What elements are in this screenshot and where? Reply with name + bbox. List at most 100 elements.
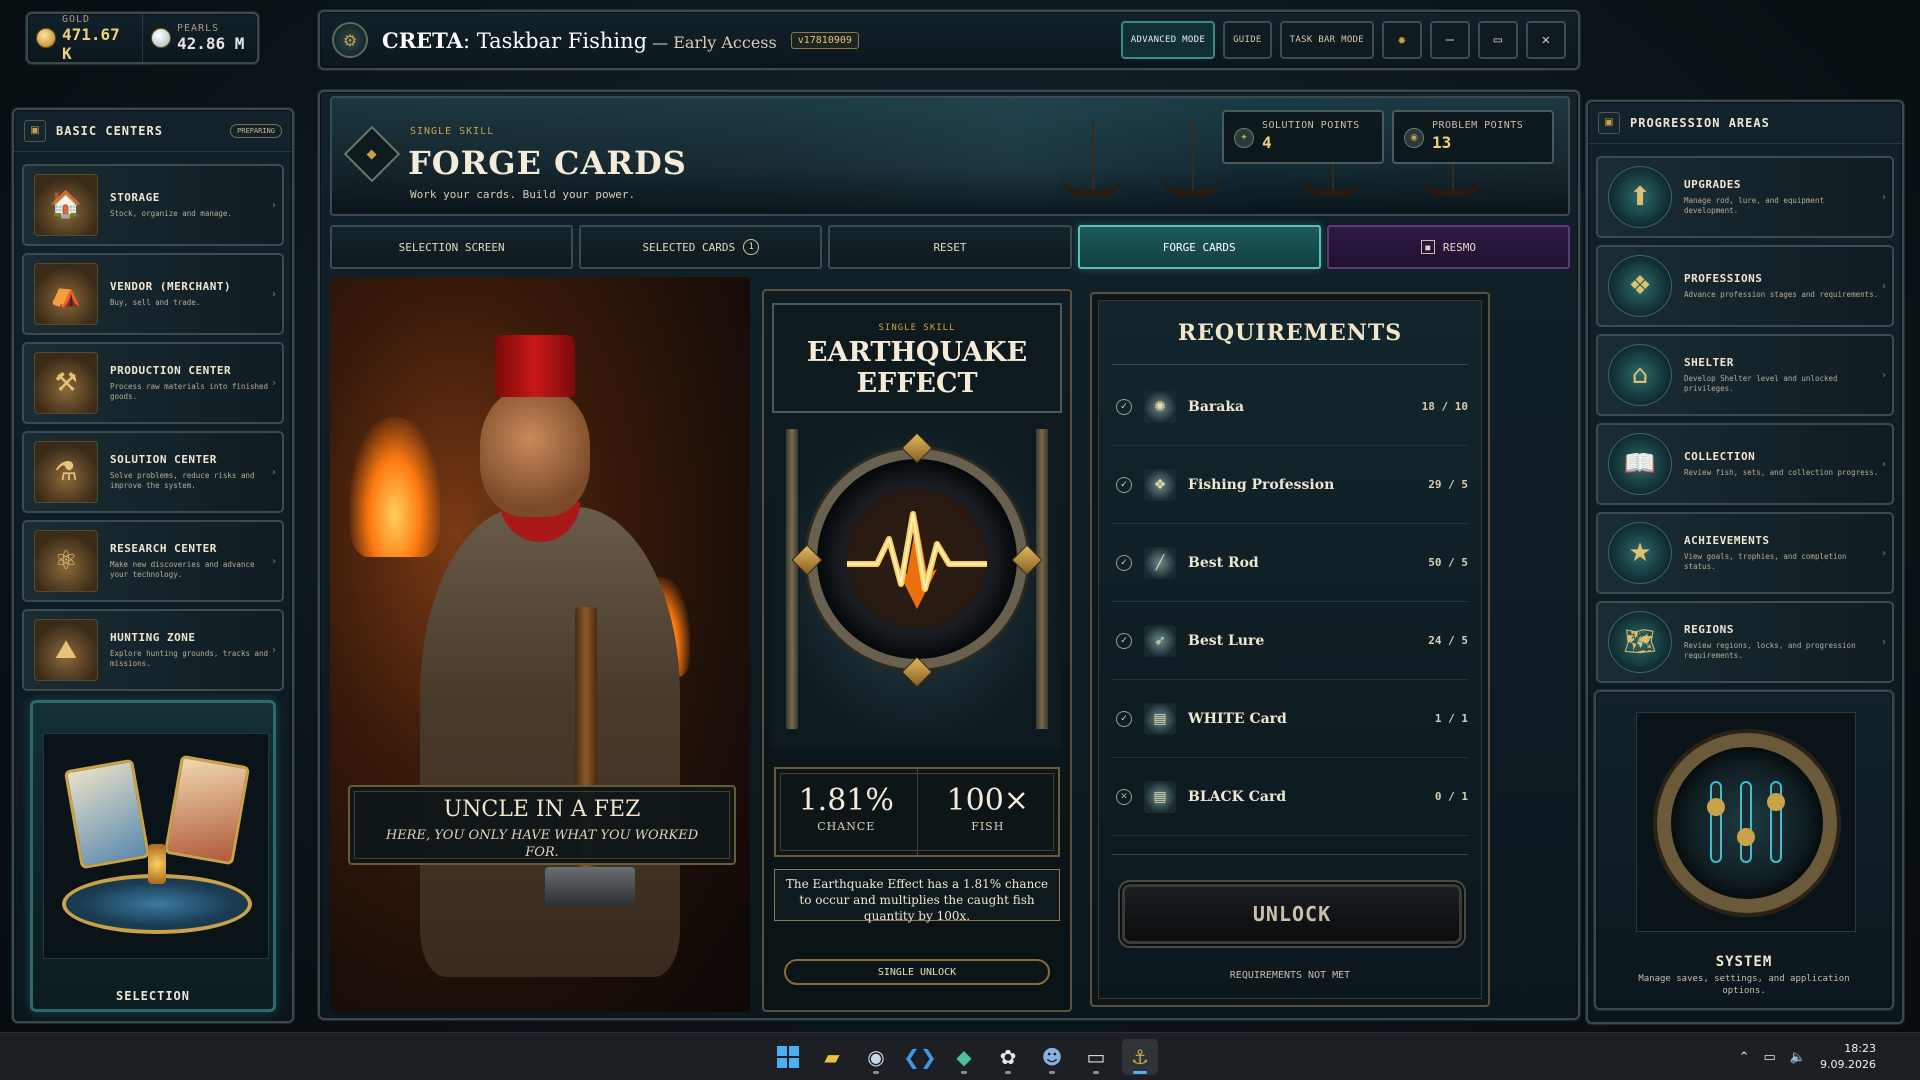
terminal-icon: ▭ — [1086, 1045, 1106, 1069]
research-center-item[interactable]: ⚛ RESEARCH CENTER Make new discoveries an… — [22, 520, 284, 602]
tab-reset[interactable]: RESET — [828, 225, 1072, 269]
profession-icon: ❖ — [1144, 468, 1176, 501]
solution-center-item[interactable]: ⚗ SOLUTION CENTER Solve problems, reduce … — [22, 431, 284, 513]
settings-dial-icon — [1657, 733, 1837, 913]
fez-icon — [495, 335, 575, 397]
selection-button[interactable]: SELECTION — [30, 700, 276, 1012]
single-unlock-button[interactable]: SINGLE UNLOCK — [784, 959, 1050, 985]
npc-nameplate: UNCLE IN A FEZ HERE, YOU ONLY HAVE WHAT … — [348, 785, 736, 865]
task-bar-mode-button[interactable]: TASK BAR MODE — [1279, 21, 1374, 59]
problem-points-icon: ◉ — [1404, 128, 1424, 148]
system-description: Manage saves, settings, and application … — [1638, 974, 1850, 996]
system-tray: ⌃ ▭ 🔈 18:23 9.09.2026 — [1739, 1033, 1920, 1080]
hammer-icon — [545, 867, 635, 907]
start-button[interactable] — [770, 1039, 806, 1075]
professions-item[interactable]: ❖ PROFESSIONS Advance profession stages a… — [1596, 245, 1894, 327]
chevron-right-icon: › — [272, 644, 276, 656]
chevron-right-icon: › — [272, 199, 276, 211]
check-icon: ✓ — [1116, 554, 1132, 571]
progression-areas-title: PROGRESSION AREAS — [1630, 115, 1770, 130]
upgrades-item[interactable]: ⬆ UPGRADES Manage rod, lure, and equipmen… — [1596, 156, 1894, 238]
collection-icon: 📖 — [1608, 433, 1672, 495]
storage-item[interactable]: 🏠 STORAGE Stock, organize and manage. › — [22, 164, 284, 246]
production-center-item[interactable]: ⚒ PRODUCTION CENTER Process raw materials… — [22, 342, 284, 424]
minimize-button[interactable]: — — [1430, 21, 1470, 59]
vendor-item[interactable]: ⛺ VENDOR (MERCHANT) Buy, sell and trade. › — [22, 253, 284, 335]
chevron-right-icon: › — [1882, 547, 1886, 559]
tab-selection-screen[interactable]: SELECTION SCREEN — [330, 225, 574, 269]
guide-button[interactable]: GUIDE — [1223, 21, 1272, 59]
skill-card: SINGLE SKILL EARTHQUAKE EFFECT 1.81% CHA… — [762, 289, 1072, 1012]
page-subtitle: Work your cards. Build your power. — [410, 188, 636, 201]
unlock-button[interactable]: UNLOCK — [1122, 884, 1462, 944]
requirements-status: REQUIREMENTS NOT MET — [1229, 970, 1351, 981]
file-explorer-button[interactable]: ▰ — [814, 1039, 850, 1075]
clock[interactable]: 18:23 9.09.2026 — [1820, 1041, 1876, 1073]
chatgpt-icon: ✿ — [999, 1045, 1017, 1069]
restore-button[interactable]: ▭ — [1478, 21, 1518, 59]
requirement-row: ✓ ➶ Best Lure 24 / 5 — [1112, 602, 1468, 680]
close-button[interactable]: ✕ — [1526, 21, 1566, 59]
collection-item[interactable]: 📖 COLLECTION Review fish, sets, and colle… — [1596, 423, 1894, 505]
tab-selected-cards[interactable]: SELECTED CARDS 1 — [579, 225, 823, 269]
check-icon: ✓ — [1116, 476, 1132, 493]
pearl-icon — [151, 28, 171, 48]
black-card-icon: ▤ — [1144, 780, 1176, 813]
chevron-up-icon[interactable]: ⌃ — [1739, 1050, 1750, 1065]
requirement-row: ✓ ❖ Fishing Profession 29 / 5 — [1112, 446, 1468, 524]
chevron-right-icon: › — [1882, 280, 1886, 292]
system-title: SYSTEM — [1715, 954, 1773, 970]
tab-resmo[interactable]: ■ RESMO — [1326, 225, 1571, 269]
volume-icon[interactable]: 🔈 — [1790, 1050, 1806, 1065]
earthquake-skill-art — [772, 419, 1062, 749]
network-icon[interactable]: ▭ — [1764, 1050, 1776, 1065]
requirement-row: ✕ ▤ BLACK Card 0 / 1 — [1112, 758, 1468, 836]
creta-app-button[interactable]: ⚓ — [1122, 1039, 1158, 1075]
app-title: CRETA: Taskbar Fishing — Early Access — [382, 27, 777, 53]
app-green-button[interactable]: ◆ — [946, 1039, 982, 1075]
earthquake-icon — [807, 449, 1027, 669]
selection-label: SELECTION — [115, 989, 191, 1003]
tab-bar: SELECTION SCREEN SELECTED CARDS 1 RESET F… — [330, 225, 1571, 269]
folder-icon: ▰ — [824, 1045, 840, 1069]
currency-bar: GOLD 471.67 K PEARLS 42.86 M — [26, 12, 259, 64]
gear-icon: ✹ — [1397, 32, 1407, 48]
skill-description: The Earthquake Effect has a 1.81% chance… — [774, 869, 1060, 923]
solution-icon: ⚗ — [34, 441, 98, 503]
hunting-icon: ⛰ — [34, 619, 98, 681]
chatgpt-button[interactable]: ✿ — [990, 1039, 1026, 1075]
tab-forge-cards[interactable]: FORGE CARDS — [1077, 225, 1321, 269]
gem-icon: ◆ — [956, 1045, 972, 1069]
main-panel: ◆ SINGLE SKILL FORGE CARDS Work your car… — [318, 90, 1580, 1020]
selected-count-badge: 1 — [743, 239, 760, 255]
advanced-mode-button[interactable]: ADVANCED MODE — [1120, 21, 1216, 59]
problem-points: ◉ PROBLEM POINTS 13 — [1392, 110, 1554, 164]
achievements-item[interactable]: ★ ACHIEVEMENTS View goals, trophies, and … — [1596, 512, 1894, 594]
check-icon: ✓ — [1116, 710, 1132, 727]
vscode-button[interactable]: ❮❯ — [902, 1039, 938, 1075]
requirement-row: ✓ ▤ WHITE Card 1 / 1 — [1112, 680, 1468, 758]
fish-stat: 100× FISH — [916, 769, 1059, 855]
regions-item[interactable]: 🗺 REGIONS Review regions, locks, and prog… — [1596, 601, 1894, 683]
check-icon: ✓ — [1116, 398, 1132, 415]
chevron-right-icon: › — [272, 288, 276, 300]
system-illustration — [1636, 712, 1856, 932]
selection-cards-illustration — [43, 733, 269, 959]
windows-icon — [777, 1046, 799, 1068]
storage-icon: 🏠 — [34, 174, 98, 236]
shelter-item[interactable]: ⌂ SHELTER Develop Shelter level and unloc… — [1596, 334, 1894, 416]
settings-icon-button[interactable]: ✹ — [1382, 21, 1422, 59]
vendor-icon: ⛺ — [34, 263, 98, 325]
title-bar: ⚙ CRETA: Taskbar Fishing — Early Access … — [318, 10, 1580, 70]
bot-app-button[interactable]: ☻ — [1034, 1039, 1070, 1075]
os-taskbar: ▰ ◉ ❮❯ ◆ ✿ ☻ ▭ ⚓ ⌃ ▭ 🔈 18:23 9.09.2026 — [0, 1032, 1920, 1080]
white-card-icon: ▤ — [1144, 702, 1176, 735]
solution-points-icon: ✦ — [1234, 128, 1254, 148]
shelter-icon: ⌂ — [1608, 344, 1672, 406]
npc-name: UNCLE IN A FEZ — [443, 797, 641, 822]
hunting-zone-item[interactable]: ⛰ HUNTING ZONE Explore hunting grounds, t… — [22, 609, 284, 691]
terminal-button[interactable]: ▭ — [1078, 1039, 1114, 1075]
baraka-icon: ✺ — [1144, 390, 1176, 423]
system-button[interactable]: SYSTEM Manage saves, settings, and appli… — [1594, 690, 1894, 1010]
steam-button[interactable]: ◉ — [858, 1039, 894, 1075]
